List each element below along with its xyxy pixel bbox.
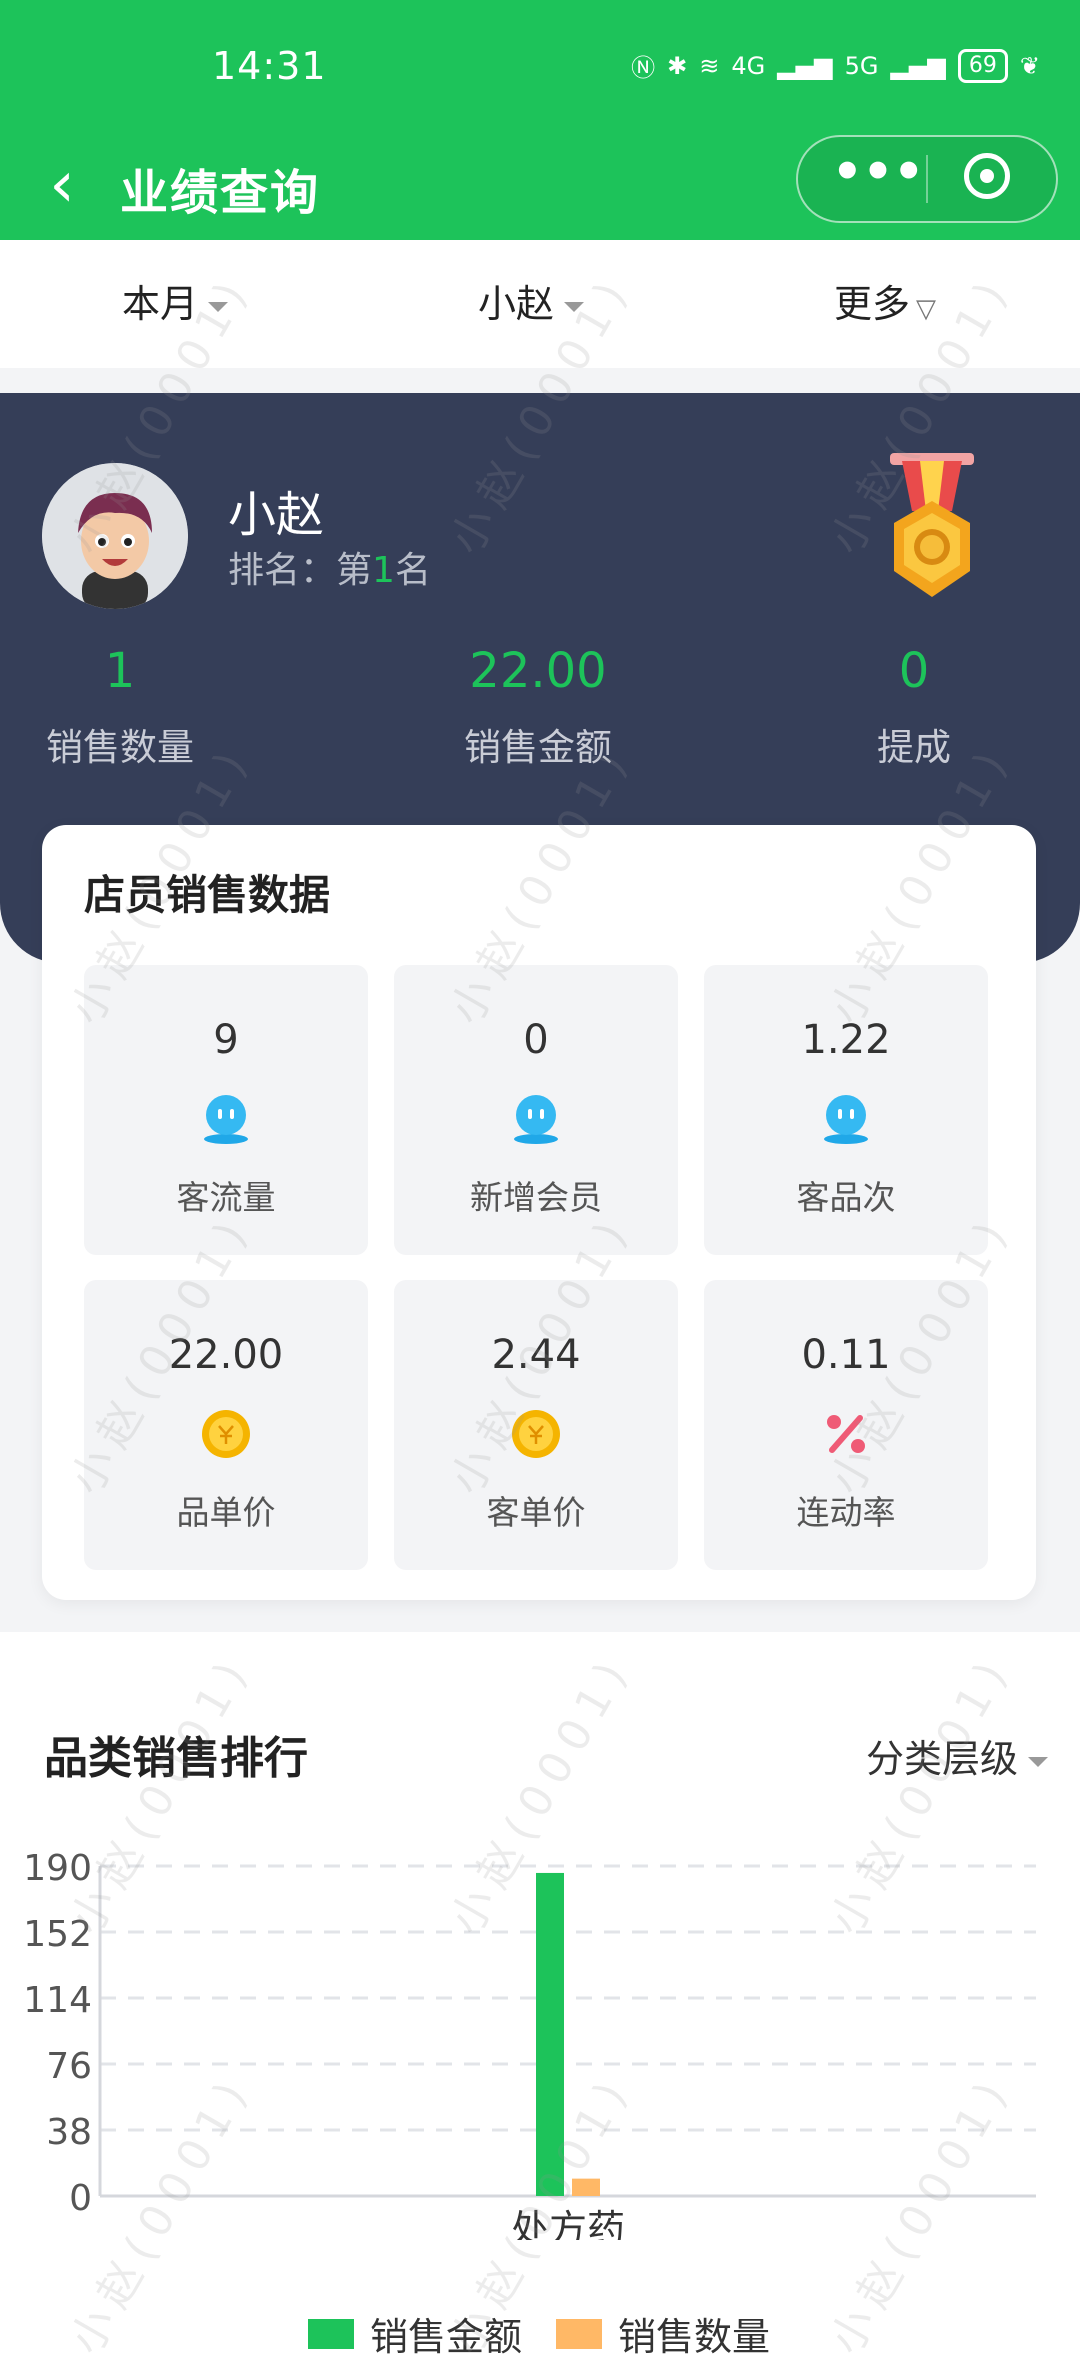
bar-quantity bbox=[572, 2178, 600, 2196]
legend-swatch-amount bbox=[308, 2318, 354, 2349]
category-level-select[interactable]: 分类层级 bbox=[866, 1728, 1048, 1783]
battery-icon: 69 bbox=[957, 48, 1008, 83]
status-icons: Ⓝ ✱ ≋ 4G ▂▄▆ 5G ▂▄▆ 69 ❦ bbox=[631, 48, 1040, 83]
metric-value: 2.44 bbox=[491, 1332, 581, 1378]
more-dots-icon[interactable]: ••• bbox=[828, 148, 928, 201]
caret-down-icon bbox=[564, 301, 585, 312]
user-name: 小赵 bbox=[228, 487, 325, 543]
filter-staff-label: 小赵 bbox=[478, 282, 555, 326]
metric-value: 0.11 bbox=[801, 1332, 891, 1378]
robot-face-icon bbox=[514, 1095, 558, 1144]
robot-face-icon bbox=[204, 1095, 248, 1144]
nfc-icon: Ⓝ bbox=[631, 54, 656, 82]
status-time: 14:31 bbox=[212, 44, 327, 88]
close-target-icon[interactable] bbox=[964, 153, 1010, 199]
avatar bbox=[42, 463, 188, 609]
metric-label: 品单价 bbox=[176, 1493, 276, 1532]
signal-icon: ▂▄▆ bbox=[777, 51, 833, 80]
y-tick-label: 114 bbox=[23, 1980, 92, 2021]
metric-value: 22.00 bbox=[168, 1332, 284, 1378]
filter-period[interactable]: 本月 bbox=[122, 240, 229, 368]
metric-value: 1.22 bbox=[801, 1017, 891, 1063]
caret-down-icon bbox=[208, 301, 229, 312]
y-tick-label: 76 bbox=[46, 2046, 92, 2087]
caret-down-icon bbox=[1028, 1756, 1048, 1767]
leaf-icon: ❦ bbox=[1019, 51, 1040, 80]
metric-value: 9 bbox=[213, 1017, 239, 1063]
stat-quantity: 1 销售数量 bbox=[40, 643, 200, 771]
filter-staff[interactable]: 小赵 bbox=[478, 240, 585, 368]
yuan-coin-icon bbox=[512, 1410, 560, 1458]
staff-sales-title: 店员销售数据 bbox=[84, 871, 330, 919]
filter-period-label: 本月 bbox=[122, 282, 199, 326]
metric-label: 新增会员 bbox=[470, 1178, 602, 1217]
y-tick-label: 152 bbox=[23, 1914, 92, 1955]
stat-commission: 0 提成 bbox=[856, 643, 972, 771]
user-rank: 排名：第1名 bbox=[228, 541, 431, 593]
x-tick-label: 处方药 bbox=[511, 2207, 625, 2240]
bar-amount bbox=[536, 1872, 564, 2196]
y-tick-label: 0 bbox=[69, 2178, 92, 2219]
percent-icon bbox=[827, 1415, 865, 1453]
gold-medal-icon bbox=[890, 453, 974, 597]
stat-commission-value: 0 bbox=[898, 643, 930, 699]
staff-sales-card: 店员销售数据 9 客流量 0 新增会员 1.22 客品次 22.00 品单价 2… bbox=[42, 825, 1036, 1600]
wifi-icon: ≋ bbox=[699, 51, 720, 80]
metric-cell: 1.22 客品次 bbox=[704, 965, 988, 1255]
legend-label-amount: 销售金额 bbox=[370, 2315, 523, 2359]
metric-label: 客品次 bbox=[796, 1178, 896, 1217]
rank-word-pre: 第 bbox=[336, 550, 373, 591]
filter-more-label: 更多 bbox=[834, 282, 911, 326]
capsule-divider bbox=[926, 155, 928, 203]
rank-prefix: 排名： bbox=[228, 550, 337, 591]
metric-label: 客单价 bbox=[486, 1493, 586, 1532]
status-bar: 14:31 Ⓝ ✱ ≋ 4G ▂▄▆ 5G ▂▄▆ 69 ❦ bbox=[0, 0, 1080, 135]
stat-amount-value: 22.00 bbox=[469, 643, 607, 699]
back-arrow-icon[interactable]: ‹ bbox=[32, 149, 92, 221]
funnel-icon: ▽ bbox=[916, 294, 937, 324]
stat-commission-label: 提成 bbox=[877, 726, 951, 769]
legend-label-quantity: 销售数量 bbox=[618, 2315, 771, 2359]
metric-cell: 9 客流量 bbox=[84, 965, 368, 1255]
network-4g-label: 4G bbox=[731, 51, 766, 80]
filter-bar: 本月 小赵 更多 ▽ bbox=[0, 240, 1080, 368]
filter-more[interactable]: 更多 ▽ bbox=[834, 240, 936, 368]
category-level-label: 分类层级 bbox=[865, 1737, 1018, 1781]
robot-face-icon bbox=[824, 1095, 868, 1144]
metric-label: 客流量 bbox=[176, 1178, 276, 1217]
signal-icon-2: ▂▄▆ bbox=[890, 51, 946, 80]
yuan-coin-icon bbox=[202, 1410, 250, 1458]
legend-swatch-quantity bbox=[556, 2318, 602, 2349]
metric-cell: 0 新增会员 bbox=[394, 965, 678, 1255]
miniprogram-capsule: ••• bbox=[796, 135, 1058, 223]
stat-quantity-value: 1 bbox=[104, 643, 136, 699]
stat-amount-label: 销售金额 bbox=[464, 726, 612, 769]
network-5g-label: 5G bbox=[844, 51, 879, 80]
metric-cell: 22.00 品单价 bbox=[84, 1280, 368, 1570]
legend-item-quantity[interactable]: 销售数量 bbox=[556, 2306, 770, 2361]
nav-bar: ‹ 业绩查询 ••• bbox=[0, 135, 1080, 240]
category-sales-title: 品类销售排行 bbox=[44, 1733, 308, 1784]
stat-quantity-label: 销售数量 bbox=[46, 726, 194, 769]
metric-cell: 2.44 客单价 bbox=[394, 1280, 678, 1570]
category-bar-chart: 0 38 76 114 152 190 处方药 bbox=[23, 1848, 1036, 2240]
metric-label: 连动率 bbox=[796, 1493, 896, 1532]
stat-amount: 22.00 销售金额 bbox=[446, 643, 630, 771]
chart-legend: 销售金额 销售数量 bbox=[0, 2300, 1080, 2360]
page-title: 业绩查询 bbox=[120, 165, 321, 221]
rank-number: 1 bbox=[372, 550, 395, 591]
legend-item-amount[interactable]: 销售金额 bbox=[308, 2306, 522, 2361]
cartoon-face-icon bbox=[42, 463, 188, 609]
metric-cell: 0.11 连动率 bbox=[704, 1280, 988, 1570]
bluetooth-icon: ✱ bbox=[667, 51, 688, 80]
y-tick-label: 190 bbox=[23, 1848, 92, 1889]
metric-value: 0 bbox=[523, 1017, 549, 1063]
rank-word-post: 名 bbox=[394, 550, 431, 591]
y-tick-label: 38 bbox=[46, 2112, 92, 2153]
